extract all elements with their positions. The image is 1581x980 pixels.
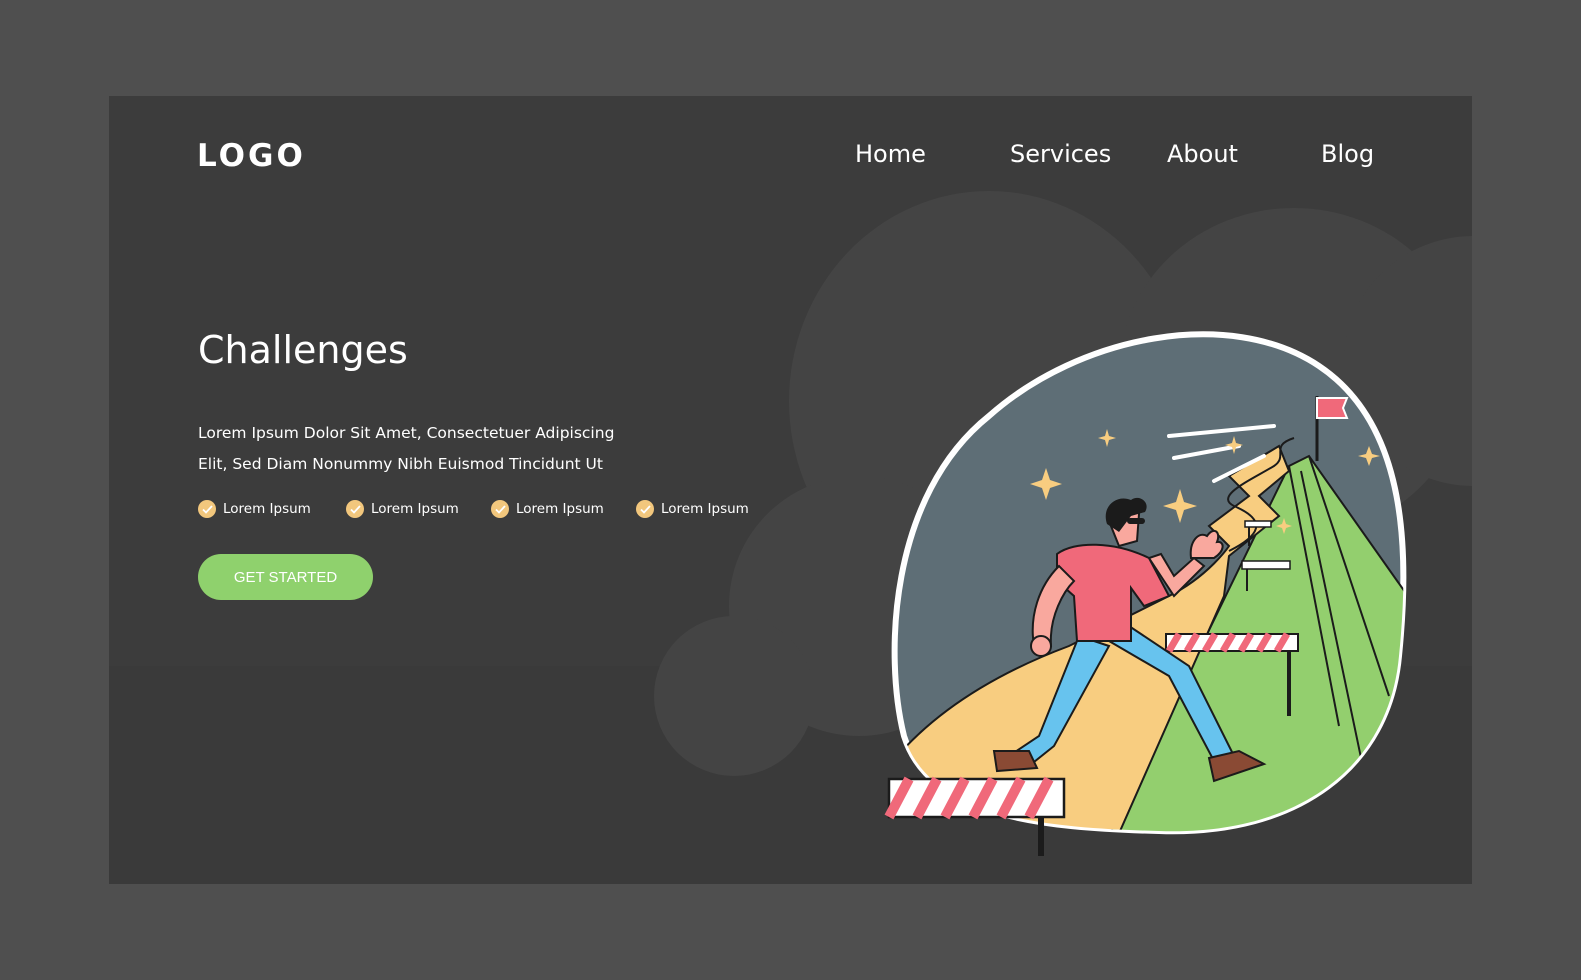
- feature-label: Lorem Ipsum: [371, 501, 459, 517]
- hurdle-front: [884, 776, 1066, 856]
- page-title: Challenges: [198, 328, 408, 372]
- bg-cloud: [654, 616, 814, 776]
- check-circle-icon: [491, 500, 509, 518]
- nav-blog[interactable]: Blog: [1321, 140, 1374, 168]
- main-nav: Home Services About Blog: [109, 140, 1472, 180]
- hero-description: Lorem Ipsum Dolor Sit Amet, Consectetuer…: [198, 418, 628, 480]
- nav-home[interactable]: Home: [855, 140, 926, 168]
- nav-about[interactable]: About: [1167, 140, 1238, 168]
- landing-card: LOGO Home Services About Blog Challenges…: [109, 96, 1472, 884]
- description-line: Elit, Sed Diam Nonummy Nibh Euismod Tinc…: [198, 455, 603, 473]
- feature-item: Lorem Ipsum: [346, 500, 459, 518]
- check-circle-icon: [636, 500, 654, 518]
- feature-item: Lorem Ipsum: [198, 500, 311, 518]
- description-line: Lorem Ipsum Dolor Sit Amet, Consectetuer…: [198, 424, 615, 442]
- feature-item: Lorem Ipsum: [636, 500, 749, 518]
- feature-list: Lorem Ipsum Lorem Ipsum Lorem Ipsum Lore…: [198, 500, 798, 524]
- feature-label: Lorem Ipsum: [516, 501, 604, 517]
- feature-label: Lorem Ipsum: [223, 501, 311, 517]
- check-circle-icon: [346, 500, 364, 518]
- get-started-button[interactable]: GET STARTED: [198, 554, 373, 600]
- feature-item: Lorem Ipsum: [491, 500, 604, 518]
- challenges-illustration: [884, 331, 1407, 856]
- feature-label: Lorem Ipsum: [661, 501, 749, 517]
- check-circle-icon: [198, 500, 216, 518]
- nav-services[interactable]: Services: [1010, 140, 1111, 168]
